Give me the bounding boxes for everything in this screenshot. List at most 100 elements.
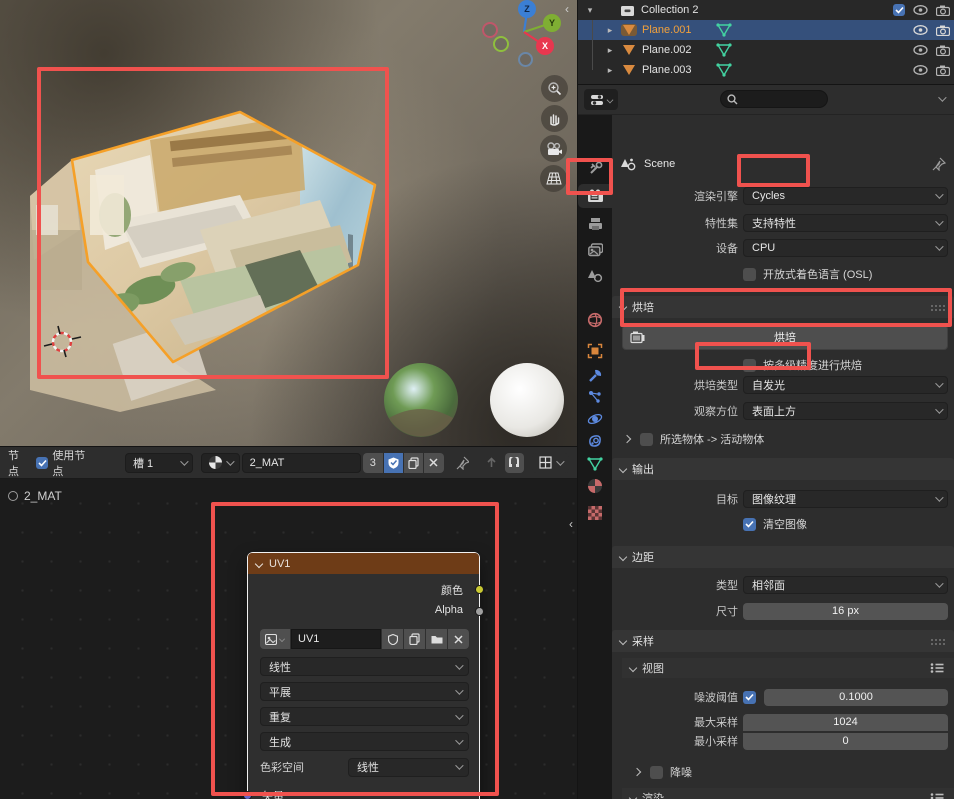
gizmo-z-axis[interactable]: Z <box>518 0 536 18</box>
tab-render[interactable] <box>578 184 612 208</box>
tab-material[interactable] <box>578 474 612 498</box>
camera-view-button[interactable] <box>540 135 567 162</box>
extension-dropdown[interactable]: 重复 <box>260 707 469 726</box>
fake-user-shield-button[interactable] <box>384 453 403 473</box>
region-collapse-arrow[interactable]: ‹ <box>565 2 569 16</box>
open-image-folder-button[interactable] <box>426 629 447 649</box>
shader-canvas[interactable]: 2_MAT ‹ UV1 颜色 Alpha UV1 <box>0 479 577 799</box>
use-nodes-checkbox[interactable] <box>36 457 48 469</box>
hide-viewport-eye-icon[interactable] <box>913 45 928 55</box>
device-dropdown[interactable]: CPU <box>743 239 948 257</box>
collection-checkbox[interactable] <box>893 4 905 16</box>
breadcrumb-scene[interactable]: Scene <box>644 158 675 170</box>
denoise-checkbox[interactable] <box>650 766 663 779</box>
preset-icon[interactable] <box>930 662 944 674</box>
outliner-row-plane003[interactable]: ▸ Plane.003 <box>578 60 954 80</box>
overlays-toggle[interactable] <box>532 453 569 473</box>
disable-render-camera-icon[interactable] <box>936 45 950 56</box>
clear-image-checkbox[interactable] <box>743 518 756 531</box>
pin-icon[interactable] <box>456 456 469 470</box>
vertical-splitter[interactable] <box>577 0 578 799</box>
margin-size-field[interactable]: 16 px <box>743 603 948 620</box>
copy-image-button[interactable] <box>404 629 425 649</box>
output-panel-header[interactable]: 输出 <box>612 458 954 480</box>
bake-type-dropdown[interactable]: 自发光 <box>743 376 948 394</box>
perspective-toggle-button[interactable] <box>540 165 567 192</box>
render-sampling-subheader[interactable]: 渲染 <box>622 788 954 799</box>
panel-drag-dots[interactable] <box>930 304 946 311</box>
viewport-sampling-subheader[interactable]: 视图 <box>622 658 954 678</box>
pin-icon[interactable] <box>932 157 946 171</box>
gizmo-y-axis[interactable]: Y <box>543 14 561 32</box>
image-name-field[interactable]: UV1 <box>291 629 381 649</box>
color-output-socket[interactable] <box>475 585 484 594</box>
object-name[interactable]: Plane.002 <box>642 44 692 56</box>
interpolation-dropdown[interactable]: 线性 <box>260 657 469 676</box>
region-collapse-arrow[interactable]: ‹ <box>569 517 573 531</box>
multires-bake-checkbox[interactable] <box>743 359 756 372</box>
pan-hand-button[interactable] <box>541 105 568 132</box>
margin-type-dropdown[interactable]: 相邻面 <box>743 576 948 594</box>
tab-tool[interactable] <box>578 156 612 180</box>
preset-icon[interactable] <box>930 792 944 799</box>
outliner-row-plane001[interactable]: ▸ Plane.001 <box>578 20 954 40</box>
horizontal-splitter[interactable] <box>0 446 577 447</box>
disclosure-collapsed-icon[interactable]: ▸ <box>604 45 616 56</box>
disclosure-expanded-icon[interactable]: ▾ <box>584 5 596 16</box>
material-browse-button[interactable] <box>201 453 240 473</box>
hide-viewport-eye-icon[interactable] <box>913 5 928 15</box>
tab-object[interactable] <box>578 339 612 363</box>
min-samples-field[interactable]: 0 <box>743 733 948 750</box>
alpha-output-socket[interactable] <box>475 607 484 616</box>
users-count-badge[interactable]: 3 <box>363 453 382 473</box>
gizmo-x-axis[interactable]: X <box>536 37 554 55</box>
sampling-panel-header[interactable]: 采样 <box>612 630 954 652</box>
outliner-row-plane002[interactable]: ▸ Plane.002 <box>578 40 954 60</box>
vector-input-socket[interactable] <box>243 791 252 799</box>
noise-threshold-field[interactable]: 0.1000 <box>764 689 948 706</box>
image-texture-node[interactable]: UV1 颜色 Alpha UV1 <box>247 552 480 799</box>
unlink-image-button[interactable] <box>448 629 469 649</box>
max-samples-field[interactable]: 1024 <box>743 714 948 731</box>
slot-dropdown[interactable]: 槽 1 <box>125 453 193 473</box>
tab-world[interactable] <box>578 308 612 332</box>
editor-type-selector[interactable] <box>584 89 618 110</box>
parent-node-tree-arrow-icon[interactable] <box>485 456 497 469</box>
snap-icon[interactable] <box>505 453 524 473</box>
hide-viewport-eye-icon[interactable] <box>913 25 928 35</box>
object-name[interactable]: Plane.001 <box>642 24 692 36</box>
projection-dropdown[interactable]: 平展 <box>260 682 469 701</box>
tab-particles[interactable] <box>578 385 612 409</box>
object-name[interactable]: Plane.003 <box>642 64 692 76</box>
horizontal-splitter[interactable] <box>578 84 954 85</box>
outliner-row-collection[interactable]: ▾ Collection 2 <box>578 0 954 20</box>
gizmo-neg-z-axis[interactable] <box>518 52 533 67</box>
view-from-dropdown[interactable]: 表面上方 <box>743 402 948 420</box>
tab-output[interactable] <box>578 212 612 236</box>
source-dropdown[interactable]: 生成 <box>260 732 469 751</box>
panel-drag-dots[interactable] <box>930 638 946 645</box>
disable-render-camera-icon[interactable] <box>936 5 950 16</box>
colorspace-dropdown[interactable]: 线性 <box>348 758 469 777</box>
search-input[interactable] <box>720 90 828 108</box>
node-header[interactable]: UV1 <box>248 553 479 574</box>
header-options-chevron-icon[interactable] <box>938 93 946 101</box>
tab-view-layer[interactable] <box>578 238 612 262</box>
tab-texture[interactable] <box>578 501 612 525</box>
noise-threshold-checkbox[interactable] <box>743 691 756 704</box>
fake-user-shield-button[interactable] <box>382 629 403 649</box>
gizmo-neg-x-axis[interactable] <box>482 22 498 38</box>
viewport-3d[interactable]: Z Y X ‹ <box>0 0 577 447</box>
gizmo-neg-y-axis[interactable] <box>493 36 509 52</box>
selected-to-active-checkbox[interactable] <box>640 433 653 446</box>
disclosure-collapsed-icon[interactable]: ▸ <box>604 65 616 76</box>
tab-physics[interactable] <box>578 407 612 431</box>
tab-data[interactable] <box>578 452 612 476</box>
bake-button[interactable]: 烘培 <box>622 325 948 350</box>
hide-viewport-eye-icon[interactable] <box>913 65 928 75</box>
tab-scene[interactable] <box>578 264 612 288</box>
collection-name[interactable]: Collection 2 <box>641 4 698 16</box>
margin-panel-header[interactable]: 边距 <box>612 546 954 568</box>
render-engine-dropdown[interactable]: Cycles <box>743 187 948 205</box>
osl-checkbox[interactable] <box>743 268 756 281</box>
